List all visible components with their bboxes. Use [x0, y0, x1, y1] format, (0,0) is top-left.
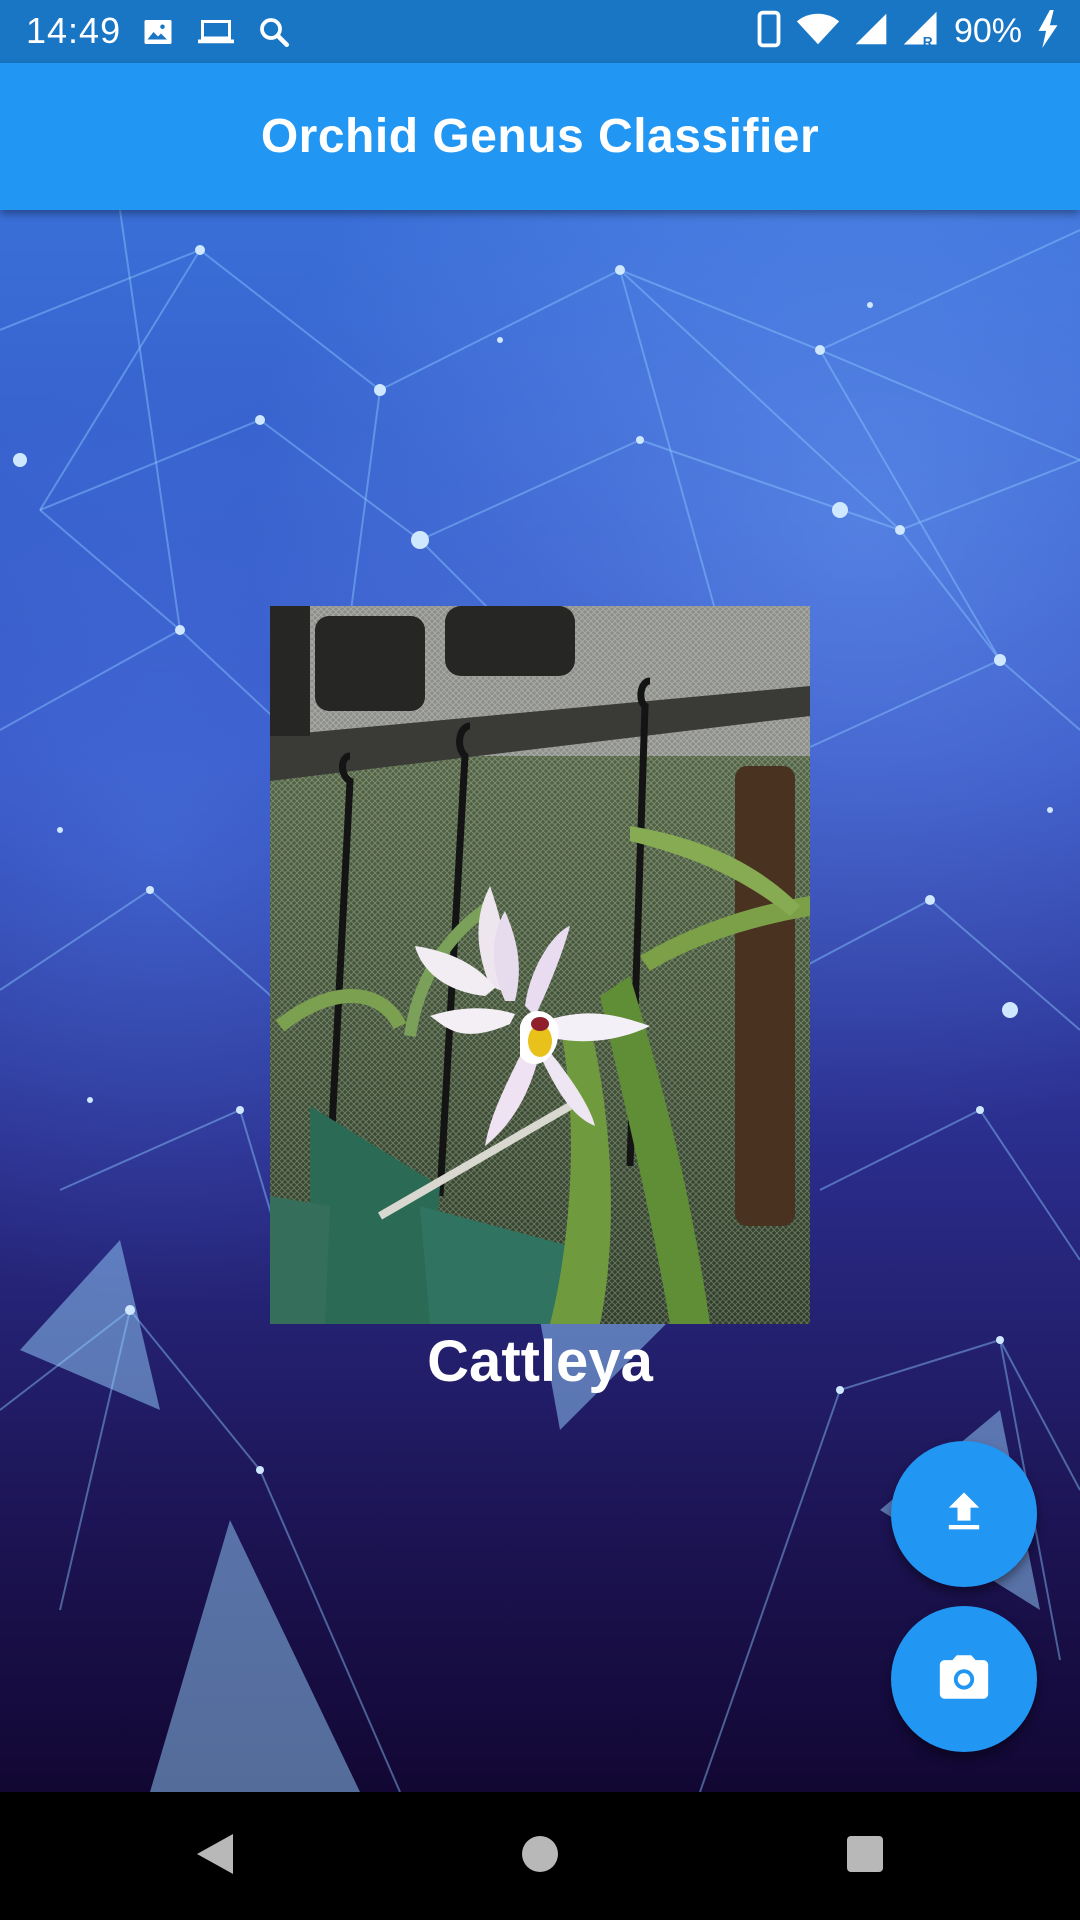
signal-icon [854, 12, 888, 51]
upload-icon [938, 1486, 990, 1543]
status-left-icons [140, 14, 292, 55]
wifi-icon [796, 11, 840, 52]
status-bar: 14:49 R 90% [0, 0, 1080, 63]
navigation-bar [0, 1792, 1080, 1920]
orchid-photo [270, 606, 810, 1324]
battery-percent: 90% [953, 12, 1022, 50]
status-right-icons: R 90% [756, 10, 1060, 53]
charging-icon [1036, 10, 1060, 53]
svg-text:R: R [923, 33, 933, 48]
back-button[interactable] [180, 1792, 250, 1920]
recents-button[interactable] [830, 1792, 900, 1920]
orchid-photo-image [270, 606, 810, 1324]
upload-button[interactable] [891, 1441, 1037, 1587]
home-button[interactable] [505, 1792, 575, 1920]
signal-roaming-icon: R [902, 10, 940, 53]
image-icon [140, 14, 176, 55]
app-bar: Orchid Genus Classifier [0, 63, 1080, 210]
app-title: Orchid Genus Classifier [260, 110, 820, 163]
classification-result: Cattleya [427, 1329, 653, 1394]
phone-icon [756, 10, 782, 53]
camera-icon [935, 1648, 993, 1711]
back-icon [193, 1830, 237, 1883]
camera-button[interactable] [891, 1606, 1037, 1752]
status-time: 14:49 [26, 10, 122, 51]
search-icon [256, 14, 292, 55]
home-icon [520, 1834, 560, 1879]
recents-icon [845, 1834, 885, 1879]
laptop-icon [196, 14, 236, 55]
